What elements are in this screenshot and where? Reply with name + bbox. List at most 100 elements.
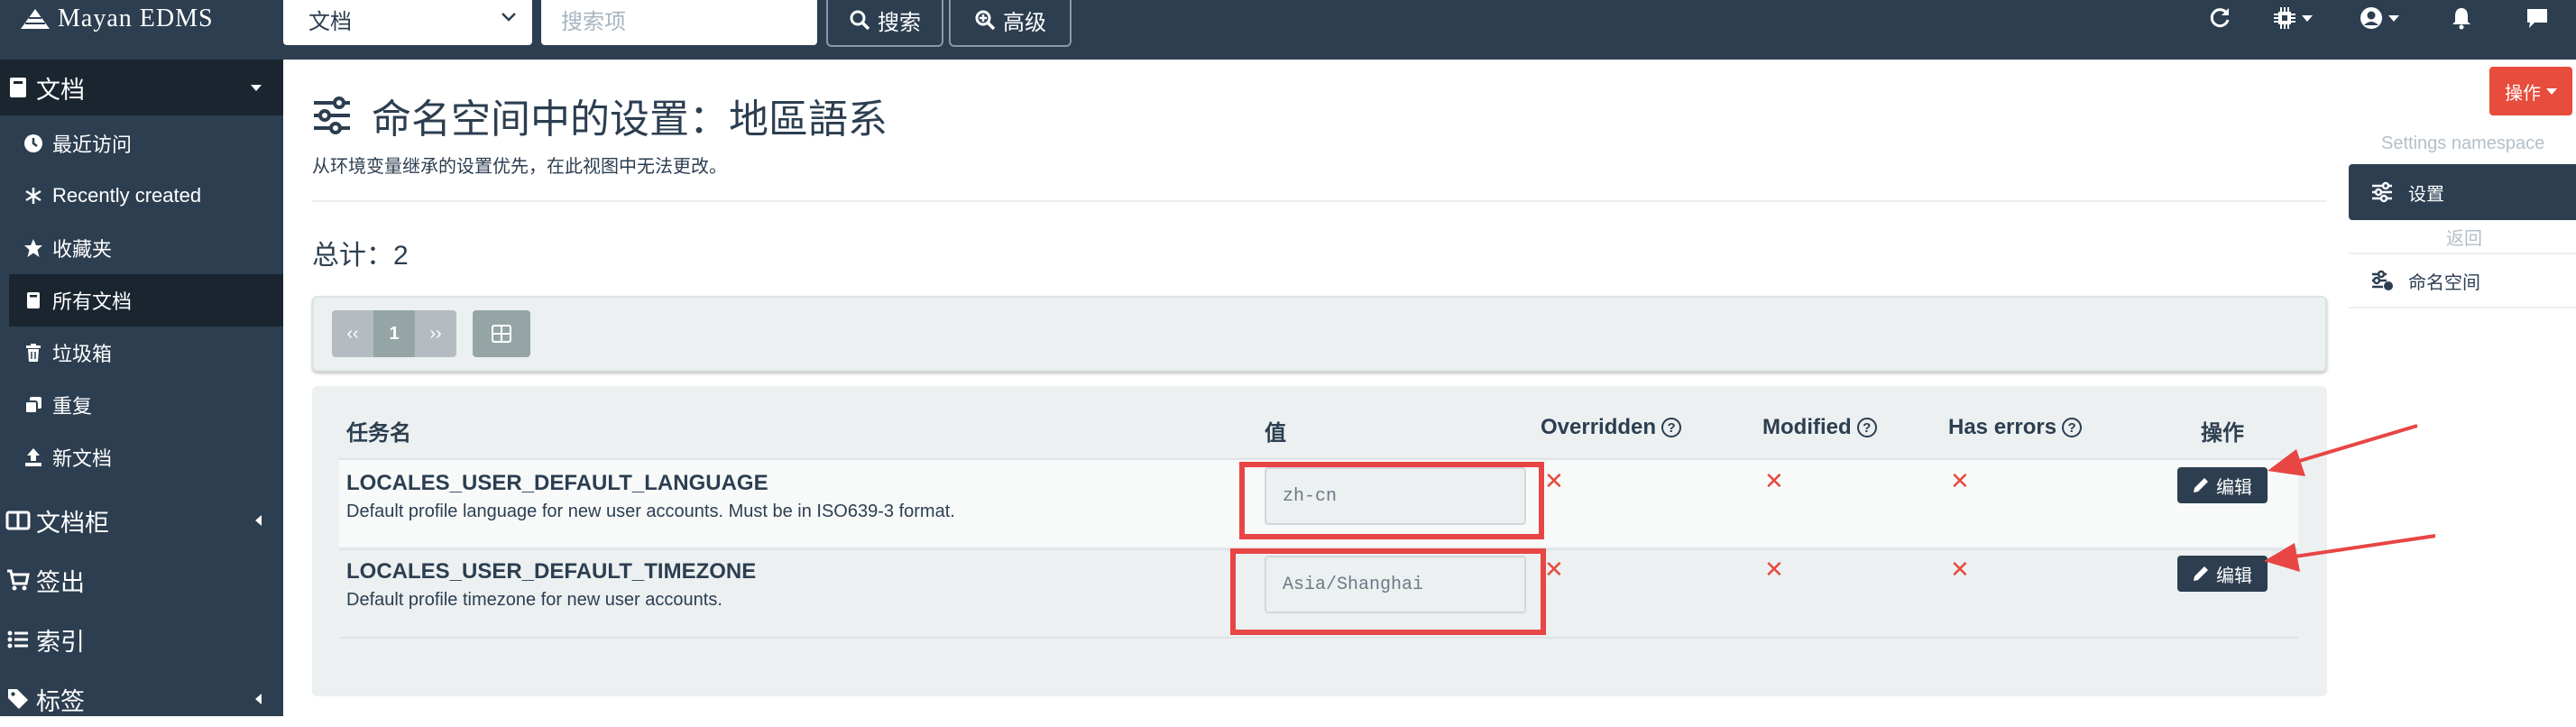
sidebar-item-label: Recently created	[52, 184, 202, 207]
columns-icon	[5, 511, 31, 530]
star-icon	[24, 239, 42, 257]
upload-icon	[25, 448, 41, 466]
brand-logo[interactable]: Mayan EDMS	[20, 0, 214, 38]
trash-icon	[26, 344, 41, 362]
tag-icon	[8, 689, 28, 709]
chip-icon	[2274, 7, 2295, 29]
sidebar-item-new-document[interactable]: 新文档	[0, 431, 283, 483]
annotation-arrow-icon	[2264, 534, 2435, 572]
sidebar-item-tags[interactable]: 标签	[0, 671, 283, 727]
sidebar-item-all-documents[interactable]: 所有文档	[9, 274, 283, 327]
pagination-next[interactable]: ››	[415, 310, 456, 357]
view-toggle-button[interactable]	[473, 310, 530, 357]
sidebar-item-cabinets[interactable]: 文档柜	[0, 492, 283, 548]
sliders-icon	[314, 97, 350, 134]
setting-description: Default profile language for new user ac…	[346, 502, 955, 521]
page-title: 命名空间中的设置：地區語系	[312, 87, 888, 144]
caret-down-icon	[2546, 87, 2557, 95]
sidebar-item-duplicates[interactable]: 重复	[0, 379, 283, 431]
settings-link[interactable]: 设置	[2349, 164, 2576, 220]
edit-button[interactable]: 编辑	[2177, 467, 2268, 503]
annotation-highlight-box	[1230, 548, 1546, 635]
sidebar-item-label: 收藏夹	[52, 238, 113, 261]
advanced-search-button[interactable]: 高级	[949, 0, 1072, 47]
edit-button[interactable]: 编辑	[2177, 556, 2268, 592]
times-icon: ✕	[1950, 556, 1970, 583]
annotation-arrows	[2264, 424, 2435, 572]
sliders-icon	[2372, 181, 2392, 203]
setting-description: Default profile timezone for new user ac…	[346, 590, 722, 610]
sidebar-item-recent[interactable]: 最近访问	[0, 117, 283, 170]
question-circle-icon[interactable]: ?	[1661, 418, 1682, 437]
book-icon	[27, 292, 40, 308]
user-menu[interactable]	[2360, 2, 2399, 34]
user-circle-icon	[2360, 7, 2382, 29]
annotation-arrow-icon	[2268, 424, 2418, 476]
pyramid-logo-icon	[21, 9, 50, 29]
pagination-prev[interactable]: ‹‹	[332, 310, 373, 357]
times-icon: ✕	[1950, 467, 1970, 494]
sidebar-item-label: 标签	[36, 687, 85, 715]
column-header-label: Has errors	[1948, 415, 2057, 439]
sidebar-item-label: 文档柜	[36, 509, 109, 537]
times-icon: ✕	[1544, 556, 1564, 583]
sidebar-item-label: 新文档	[52, 447, 113, 470]
sidebar-item-trash[interactable]: 垃圾箱	[0, 327, 283, 379]
column-header-overridden[interactable]: Overridden ?	[1541, 415, 1682, 440]
notifications-button[interactable]	[2450, 2, 2473, 34]
search-input[interactable]: 搜索项	[541, 0, 817, 45]
sidebar-item-favorites[interactable]: 收藏夹	[0, 222, 283, 274]
comment-icon	[2527, 9, 2547, 28]
times-icon: ✕	[1764, 467, 1784, 494]
column-header-has-errors[interactable]: Has errors ?	[1948, 415, 2083, 440]
sidebar-item-label: 垃圾箱	[52, 343, 113, 365]
edit-button-label: 编辑	[2216, 566, 2252, 586]
settings-link-label: 设置	[2408, 184, 2444, 205]
actions-button-label: 操作	[2505, 83, 2541, 104]
caret-left-icon	[255, 515, 262, 526]
column-header-label: Modified	[1762, 415, 1852, 439]
sidebar-item-label: 签出	[36, 568, 85, 596]
search-button-label: 搜索	[878, 10, 921, 35]
back-heading: 返回	[2446, 229, 2482, 249]
sidebar-item-checkouts[interactable]: 签出	[0, 552, 283, 608]
chevron-down-icon	[501, 13, 516, 22]
sidebar-item-indexes[interactable]: 索引	[0, 612, 283, 667]
namespaces-link[interactable]: 命名空间	[2349, 253, 2576, 308]
column-header-label: Overridden	[1541, 415, 1657, 439]
page-description: 从环境变量继承的设置优先，在此视图中无法更改。	[312, 157, 727, 177]
caret-down-icon	[2388, 14, 2399, 22]
pencil-icon	[2194, 566, 2208, 581]
setting-name: LOCALES_USER_DEFAULT_TIMEZONE	[346, 559, 757, 584]
grid-icon	[492, 325, 511, 343]
sidebar-item-recently-created[interactable]: Recently created	[0, 170, 283, 222]
edit-button-label: 编辑	[2216, 477, 2252, 498]
times-icon: ✕	[1544, 467, 1564, 494]
search-plus-icon	[975, 10, 996, 31]
column-header-modified[interactable]: Modified ?	[1762, 415, 1877, 440]
column-header-name[interactable]: 任务名	[346, 415, 411, 446]
caret-left-icon	[255, 694, 262, 704]
pagination-page-1[interactable]: 1	[373, 310, 415, 357]
search-button[interactable]: 搜索	[826, 0, 943, 47]
namespaces-link-label: 命名空间	[2408, 272, 2480, 293]
sidebar-item-documents[interactable]: 文档	[0, 60, 283, 115]
table-bottom-border	[339, 637, 2298, 639]
page-title-text: 命名空间中的设置：地區語系	[372, 97, 888, 142]
actions-dropdown-button[interactable]: 操作	[2489, 67, 2572, 115]
refresh-button[interactable]	[2208, 2, 2231, 34]
settings-namespace-icon	[2372, 270, 2393, 290]
total-count: 总计：2	[312, 241, 409, 271]
bell-icon	[2452, 8, 2470, 30]
search-type-value: 文档	[308, 9, 352, 34]
search-type-select[interactable]: 文档	[283, 0, 532, 45]
system-menu[interactable]	[2273, 2, 2313, 34]
divider	[312, 200, 2327, 202]
column-header-value[interactable]: 值	[1265, 415, 1286, 446]
question-circle-icon[interactable]: ?	[1856, 418, 1877, 437]
messages-button[interactable]	[2525, 2, 2549, 34]
advanced-button-label: 高级	[1003, 10, 1046, 35]
cart-icon	[7, 569, 30, 591]
caret-down-icon	[251, 84, 262, 91]
question-circle-icon[interactable]: ?	[2062, 418, 2083, 437]
